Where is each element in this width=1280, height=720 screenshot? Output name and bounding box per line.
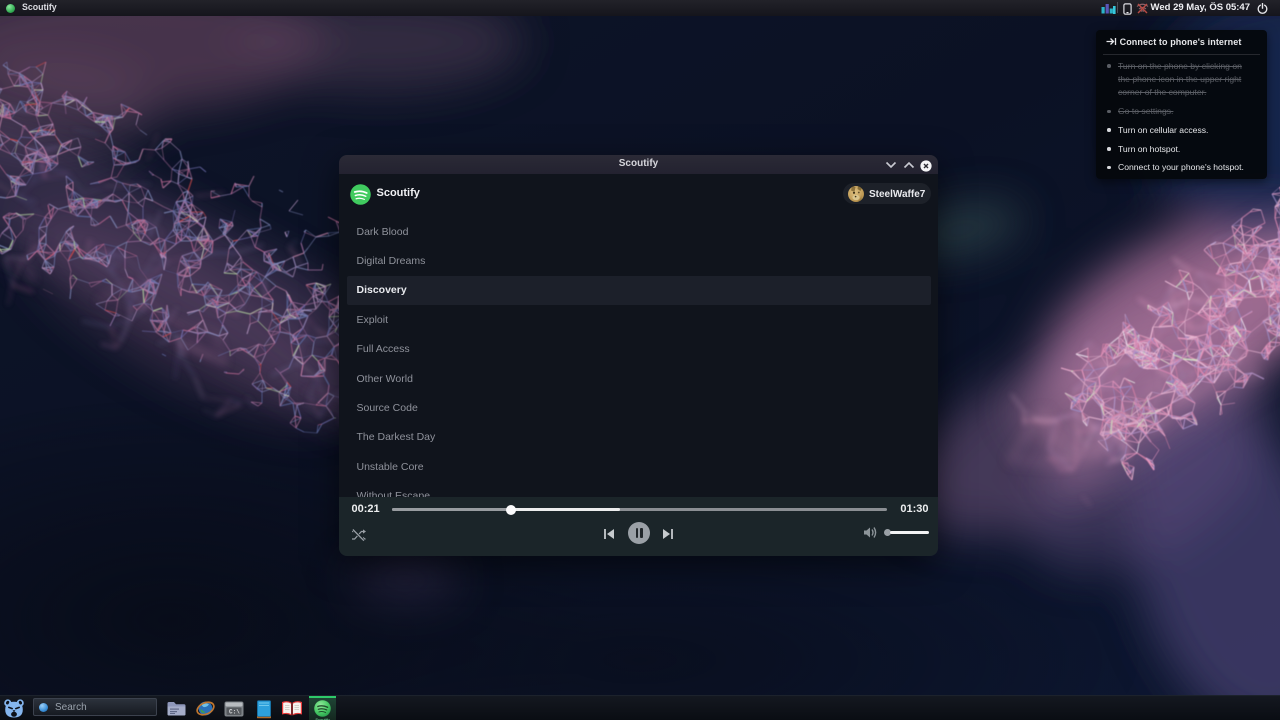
- svg-text:C:\: C:\: [229, 708, 240, 715]
